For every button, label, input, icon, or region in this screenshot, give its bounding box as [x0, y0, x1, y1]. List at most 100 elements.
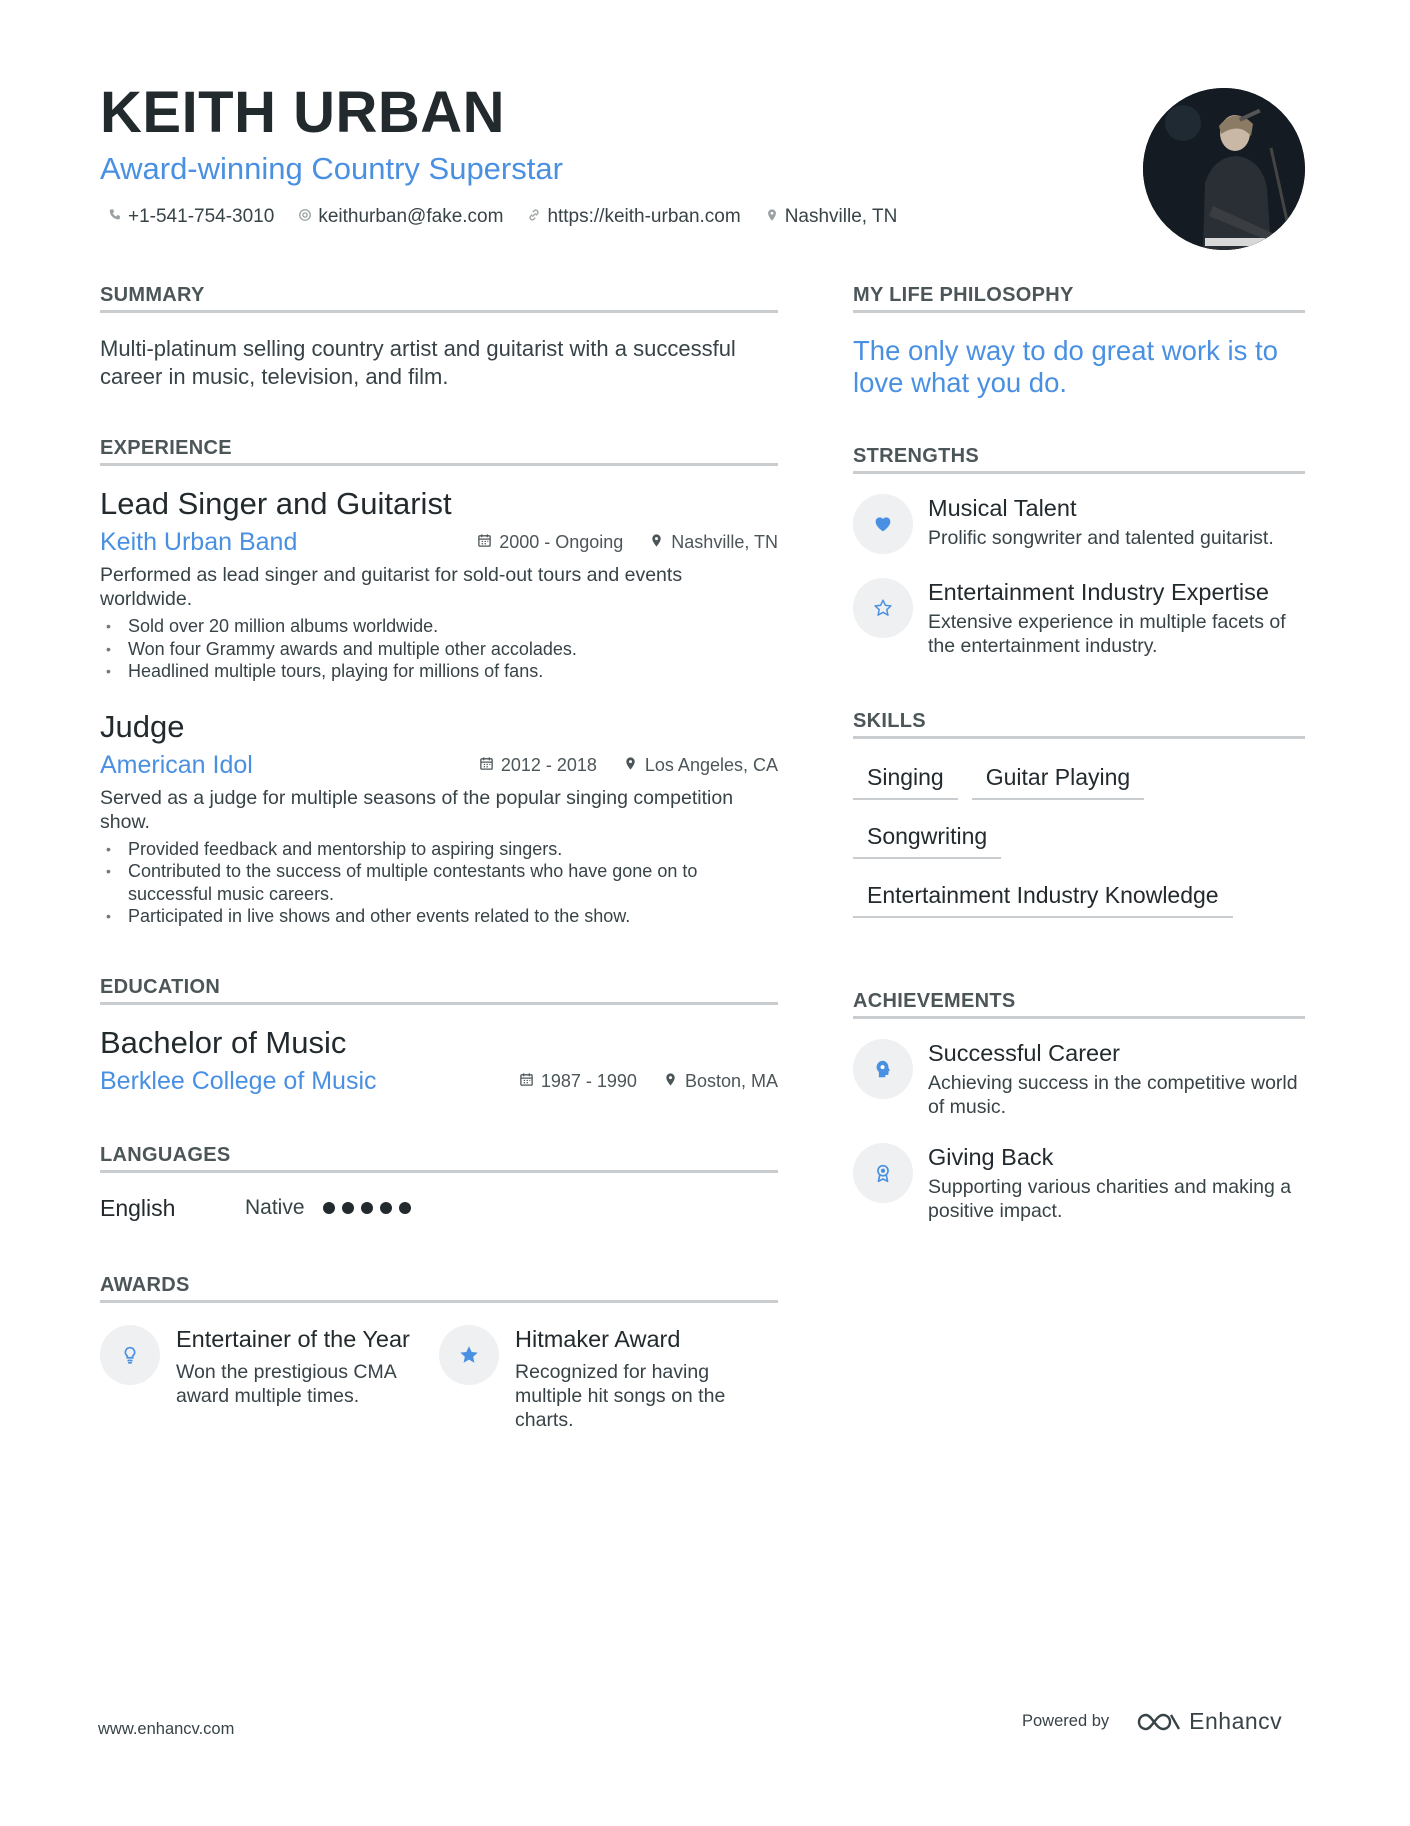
enhancv-logo[interactable]: Enhancv — [1135, 1708, 1282, 1735]
company-name: Keith Urban Band — [100, 528, 298, 556]
heart-icon — [853, 494, 913, 554]
award-entry: Entertainer of the Year Won the prestigi… — [100, 1324, 439, 1432]
skill-tag: Singing — [853, 753, 958, 800]
left-column: SUMMARY Multi-platinum selling country a… — [100, 284, 778, 1432]
skill-tag: Songwriting — [853, 812, 1002, 859]
rating-dot — [398, 1202, 411, 1214]
star-icon — [439, 1324, 499, 1385]
contact-email[interactable]: keithurban@fake.com — [298, 206, 503, 228]
rating-dot — [360, 1202, 373, 1214]
philosophy-section: MY LIFE PHILOSOPHY The only way to do gr… — [853, 284, 1305, 399]
star-outline-icon — [853, 578, 913, 638]
job-bullet: Participated in live shows and other eve… — [106, 905, 778, 928]
footer-website[interactable]: www.enhancv.com — [98, 1720, 234, 1739]
education-location: Boston, MA — [684, 1070, 778, 1091]
award-entry: Hitmaker Award Recognized for having mul… — [439, 1324, 778, 1432]
award-title: Entertainer of the Year — [176, 1325, 410, 1352]
achievement-description: Achieving success in the competitive wor… — [928, 1072, 1298, 1118]
job-description: Performed as lead singer and guitarist f… — [100, 564, 683, 610]
brand-name: Enhancv — [1189, 1708, 1283, 1734]
contact-website[interactable]: https://keith-urban.com — [527, 206, 741, 228]
award-description: Won the prestigious CMA award multiple t… — [176, 1360, 396, 1407]
summary-text: Multi-platinum selling country artist an… — [100, 336, 736, 389]
language-entry: English Native — [100, 1195, 778, 1222]
enhancv-logo-icon — [1137, 1713, 1181, 1730]
school-name: Berklee College of Music — [100, 1066, 377, 1095]
strength-title: Entertainment Industry Expertise — [928, 579, 1269, 605]
skill-tag: Entertainment Industry Knowledge — [853, 871, 1233, 918]
job-description: Served as a judge for multiple seasons o… — [100, 786, 734, 833]
strengths-heading: STRENGTHS — [853, 445, 1305, 474]
phone-text: +1-541-754-3010 — [128, 206, 275, 227]
job-bullet: Won four Grammy awards and multiple othe… — [106, 638, 778, 661]
job-title: Lead Singer and Guitarist — [100, 486, 452, 521]
skill-tag: Guitar Playing — [971, 753, 1145, 800]
head-icon — [853, 1039, 913, 1099]
website-text: https://keith-urban.com — [547, 206, 741, 227]
achievement-title: Successful Career — [928, 1040, 1120, 1066]
strengths-section: STRENGTHS Musical Talent Prolific songwr… — [853, 445, 1305, 658]
summary-heading: SUMMARY — [100, 284, 778, 313]
at-icon — [298, 206, 312, 228]
languages-section: LANGUAGES English Native — [100, 1144, 778, 1222]
experience-entry: Lead Singer and Guitarist Keith Urban Ba… — [100, 486, 778, 683]
phone-icon — [108, 206, 122, 228]
job-bullet: Contributed to the success of multiple c… — [106, 860, 778, 905]
language-rating — [322, 1202, 411, 1214]
rating-dot — [322, 1202, 335, 1214]
contact-phone[interactable]: +1-541-754-3010 — [108, 206, 274, 228]
strength-title: Musical Talent — [928, 495, 1077, 521]
calendar-icon — [477, 532, 492, 553]
calendar-icon — [519, 1071, 534, 1092]
strength-description: Prolific songwriter and talented guitari… — [928, 527, 1274, 549]
philosophy-heading: MY LIFE PHILOSOPHY — [853, 284, 1305, 313]
awards-section: AWARDS Entertainer of the Year Won the p… — [100, 1274, 778, 1432]
degree-title: Bachelor of Music — [100, 1024, 347, 1060]
achievements-heading: ACHIEVEMENTS — [853, 990, 1305, 1019]
job-bullets: Sold over 20 million albums worldwide. W… — [100, 615, 778, 683]
achievements-section: ACHIEVEMENTS Successful Career Achieving… — [853, 990, 1305, 1223]
job-bullet: Headlined multiple tours, playing for mi… — [106, 660, 778, 683]
email-text: keithurban@fake.com — [318, 206, 504, 227]
awards-heading: AWARDS — [100, 1274, 778, 1303]
ribbon-icon — [853, 1143, 913, 1203]
location-pin-icon — [663, 1071, 678, 1092]
rating-dot — [379, 1202, 392, 1214]
experience-entry: Judge American Idol 2012 - 2018 Los Ange… — [100, 709, 778, 928]
achievement-entry: Giving Back Supporting various charities… — [853, 1143, 1305, 1223]
job-bullet: Sold over 20 million albums worldwide. — [106, 615, 778, 638]
candidate-name: KEITH URBAN — [100, 80, 506, 145]
job-bullets: Provided feedback and mentorship to aspi… — [100, 838, 778, 928]
education-dates: 1987 - 1990 — [540, 1070, 637, 1091]
location-pin-icon — [623, 755, 638, 776]
job-location: Los Angeles, CA — [644, 754, 778, 775]
strength-entry: Musical Talent Prolific songwriter and t… — [853, 494, 1305, 554]
powered-by-label: Powered by — [1022, 1712, 1110, 1730]
experience-heading: EXPERIENCE — [100, 437, 778, 466]
job-dates: 2000 - Ongoing — [499, 532, 624, 552]
achievement-entry: Successful Career Achieving success in t… — [853, 1039, 1305, 1119]
resume-page: KEITH URBAN Award-winning Country Supers… — [0, 0, 1410, 1826]
job-dates: 2012 - 2018 — [500, 754, 597, 775]
location-pin-icon — [765, 206, 779, 228]
contact-bar: +1-541-754-3010 keithurban@fake.com http… — [108, 206, 897, 228]
company-name: American Idol — [100, 750, 253, 779]
award-description: Recognized for having multiple hit songs… — [515, 1360, 726, 1431]
summary-section: SUMMARY Multi-platinum selling country a… — [100, 284, 778, 391]
languages-heading: LANGUAGES — [100, 1144, 778, 1173]
rating-dot — [341, 1202, 354, 1214]
contact-location: Nashville, TN — [765, 206, 897, 228]
skills-section: SKILLS Singing Guitar Playing Songwritin… — [853, 710, 1305, 930]
profile-photo — [1143, 88, 1305, 250]
strength-entry: Entertainment Industry Expertise Extensi… — [853, 578, 1305, 658]
education-entry: Bachelor of Music Berklee College of Mus… — [100, 1025, 778, 1096]
strength-description: Extensive experience in multiple facets … — [928, 611, 1286, 657]
philosophy-quote: The only way to do great work is to love… — [853, 335, 1278, 398]
location-pin-icon — [649, 532, 664, 553]
education-section: EDUCATION Bachelor of Music Berklee Coll… — [100, 976, 778, 1096]
education-heading: EDUCATION — [100, 976, 778, 1005]
achievement-title: Giving Back — [928, 1144, 1054, 1170]
job-bullet: Provided feedback and mentorship to aspi… — [106, 838, 778, 861]
language-level: Native — [245, 1196, 305, 1219]
calendar-icon — [479, 755, 494, 776]
